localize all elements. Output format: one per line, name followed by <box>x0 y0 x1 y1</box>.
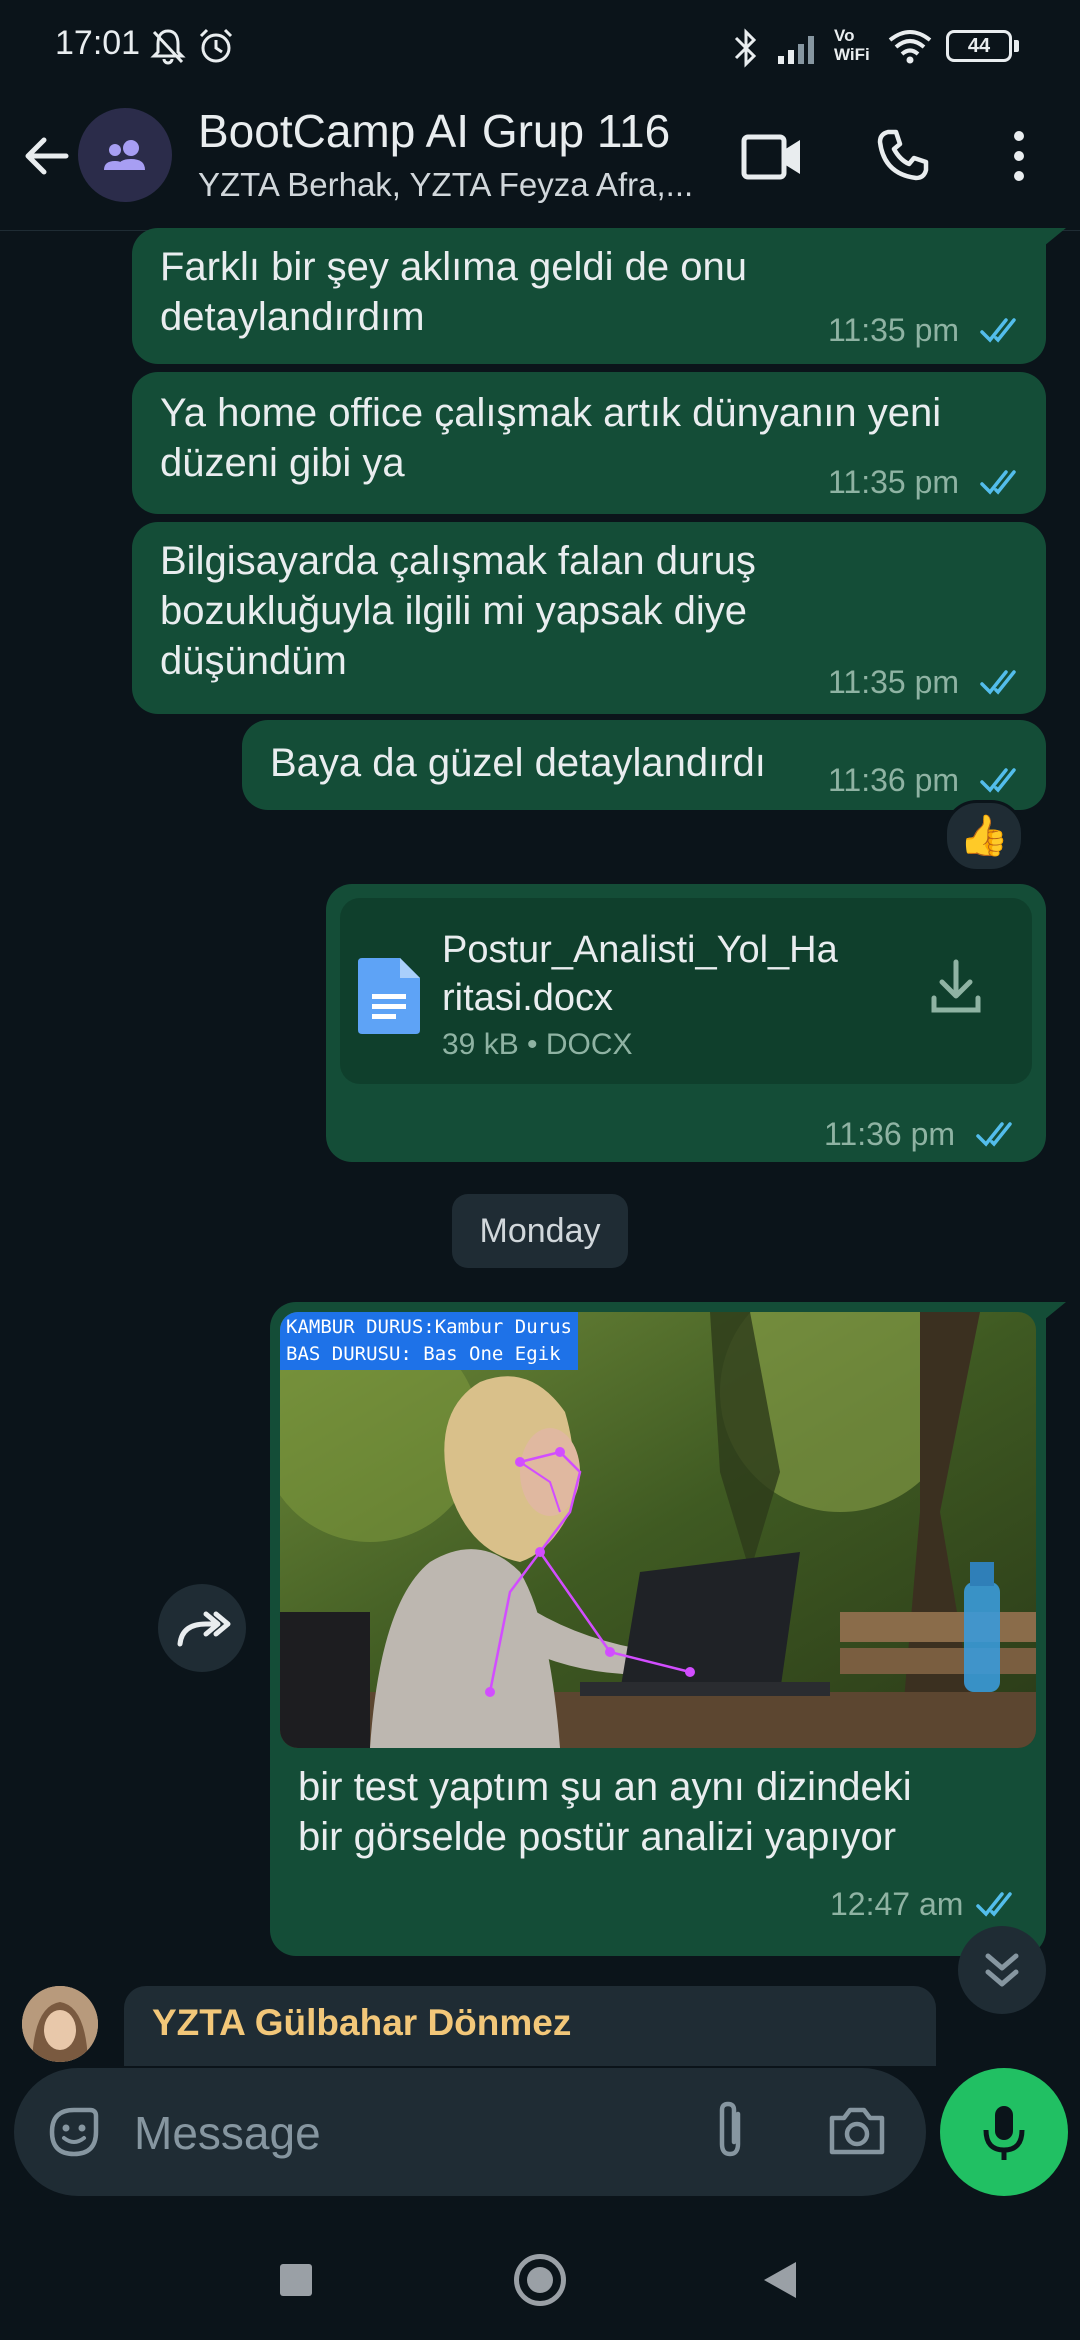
message-input[interactable] <box>132 2068 696 2198</box>
read-receipt-icon <box>976 1122 1012 1147</box>
home-button[interactable] <box>514 2254 566 2306</box>
day-divider: Monday <box>452 1194 628 1268</box>
message-time: 11:35 pm <box>828 312 960 348</box>
sender-avatar[interactable] <box>22 1986 98 2062</box>
battery-tip <box>1014 40 1019 52</box>
message-line: bozukluğuyla ilgili mi yapsak diye <box>160 589 747 633</box>
message-text: Farklı bir şey aklıma geldi de onu detay… <box>160 242 747 342</box>
message-bubble[interactable]: Ya home office çalışmak artık dünyanın y… <box>132 372 1046 514</box>
image-caption: bir test yaptım şu an aynı dizindeki bir… <box>298 1762 912 1862</box>
forward-button[interactable] <box>158 1584 246 1672</box>
back-nav-icon[interactable] <box>762 2260 798 2300</box>
voice-message-button[interactable] <box>940 2068 1068 2196</box>
overlay-line: BAS DURUSU: Bas One Egik <box>286 1341 572 1368</box>
overlay-label: BAS DURUSU: <box>286 1343 412 1365</box>
bubble-tail <box>1044 1302 1066 1320</box>
message-time: 11:36 pm <box>824 1116 956 1152</box>
signal-icon <box>778 36 814 64</box>
message-composer <box>14 2068 926 2198</box>
document-name-line: Postur_Analisti_Yol_Ha <box>442 929 838 971</box>
overlay-value: Bas One Egik <box>423 1343 561 1365</box>
camera-icon[interactable] <box>826 2102 888 2160</box>
system-nav-bar <box>0 2212 1080 2340</box>
bluetooth-icon <box>734 28 757 68</box>
group-title[interactable]: BootCamp AI Grup 116 <box>198 104 670 158</box>
read-receipt-icon <box>980 318 1016 343</box>
status-bar: 17:01 Vo WiFi 44 <box>0 0 1080 90</box>
message-bubble[interactable]: Farklı bir şey aklıma geldi de onu detay… <box>132 228 1046 364</box>
overlay-line: KAMBUR DURUS:Kambur Durus <box>286 1314 572 1341</box>
read-receipt-icon <box>980 670 1016 695</box>
photo-woman-laptop <box>280 1312 1036 1748</box>
caption-line: bir test yaptım şu an aynı dizindeki <box>298 1765 912 1809</box>
document-message[interactable]: Postur_Analisti_Yol_Ha ritasi.docx 39 kB… <box>326 884 1046 1162</box>
message-line: detaylandırdım <box>160 295 425 339</box>
message-line: düzeni gibi ya <box>160 441 405 485</box>
back-arrow-icon[interactable] <box>20 130 72 182</box>
read-receipt-icon <box>980 470 1016 495</box>
document-card[interactable]: Postur_Analisti_Yol_Ha ritasi.docx 39 kB… <box>340 898 1032 1084</box>
message-time: 12:47 am <box>830 1886 964 1922</box>
message-text: Ya home office çalışmak artık dünyanın y… <box>160 388 941 488</box>
alarm-icon <box>199 28 233 63</box>
more-vert-icon[interactable] <box>1004 128 1034 184</box>
notifications-muted-icon <box>150 29 186 65</box>
forward-icon <box>177 1611 231 1647</box>
image-message[interactable]: KAMBUR DURUS:Kambur Durus BAS DURUSU: Ba… <box>270 1302 1046 1956</box>
overlay-label: KAMBUR DURUS: <box>286 1316 435 1338</box>
message-text: Bilgisayarda çalışmak falan duruş bozukl… <box>160 536 756 686</box>
message-bubble[interactable]: Baya da güzel detaylandırdı 11:36 pm <box>242 720 1046 810</box>
group-avatar-icon <box>104 140 145 170</box>
scroll-to-bottom-button[interactable] <box>958 1926 1046 2014</box>
battery-icon: 44 <box>946 30 1012 62</box>
battery-level: 44 <box>967 35 991 57</box>
sender-avatar-photo <box>22 1986 98 2062</box>
status-time: 17:01 <box>55 24 141 62</box>
message-time: 11:35 pm <box>828 664 960 700</box>
message-time: 11:36 pm <box>828 762 960 798</box>
message-bubble[interactable]: Bilgisayarda çalışmak falan duruş bozukl… <box>132 522 1046 714</box>
overlay-value: Kambur Durus <box>434 1316 572 1338</box>
message-line: Farklı bir şey aklıma geldi de onu <box>160 245 747 289</box>
incoming-message-preview[interactable]: YZTA Gülbahar Dönmez <box>124 1986 936 2066</box>
message-line: Ya home office çalışmak artık dünyanın y… <box>160 391 942 435</box>
message-line: Bilgisayarda çalışmak falan duruş <box>160 539 756 583</box>
document-meta: 39 kB • DOCX <box>442 1028 633 1061</box>
group-members[interactable]: YZTA Berhak, YZTA Feyza Afra,... <box>198 166 698 204</box>
download-icon[interactable] <box>928 958 984 1016</box>
video-call-icon[interactable] <box>740 130 806 184</box>
document-name: Postur_Analisti_Yol_Ha ritasi.docx <box>442 926 838 1022</box>
bubble-tail <box>1044 228 1066 246</box>
chat-header: BootCamp AI Grup 116 YZTA Berhak, YZTA F… <box>0 90 1080 231</box>
vowifi-label: Vo WiFi <box>834 26 870 64</box>
read-receipt-icon <box>976 1892 1012 1917</box>
read-receipt-icon <box>980 768 1016 793</box>
message-time: 11:35 pm <box>828 464 960 500</box>
caption-line: bir görselde postür analizi yapıyor <box>298 1815 897 1859</box>
posture-overlay-labels: KAMBUR DURUS:Kambur Durus BAS DURUSU: Ba… <box>280 1312 578 1370</box>
reaction-badge[interactable]: 👍 <box>944 800 1024 872</box>
wifi-icon <box>888 30 932 64</box>
recents-button[interactable] <box>280 2264 312 2296</box>
group-avatar[interactable] <box>78 108 172 202</box>
sender-name: YZTA Gülbahar Dönmez <box>152 2002 572 2043</box>
voice-call-icon[interactable] <box>874 126 932 184</box>
posture-analysis-image[interactable]: KAMBUR DURUS:Kambur Durus BAS DURUSU: Ba… <box>280 1312 1036 1748</box>
attach-icon[interactable] <box>708 2098 752 2164</box>
message-line: düşündüm <box>160 639 347 683</box>
document-icon <box>358 958 420 1034</box>
home-button-dot <box>527 2267 553 2293</box>
double-chevron-down-icon <box>985 1953 1019 1987</box>
document-name-line: ritasi.docx <box>442 977 614 1019</box>
microphone-icon <box>983 2106 1025 2160</box>
sticker-icon[interactable] <box>44 2102 104 2162</box>
message-text: Baya da güzel detaylandırdı <box>270 741 766 785</box>
